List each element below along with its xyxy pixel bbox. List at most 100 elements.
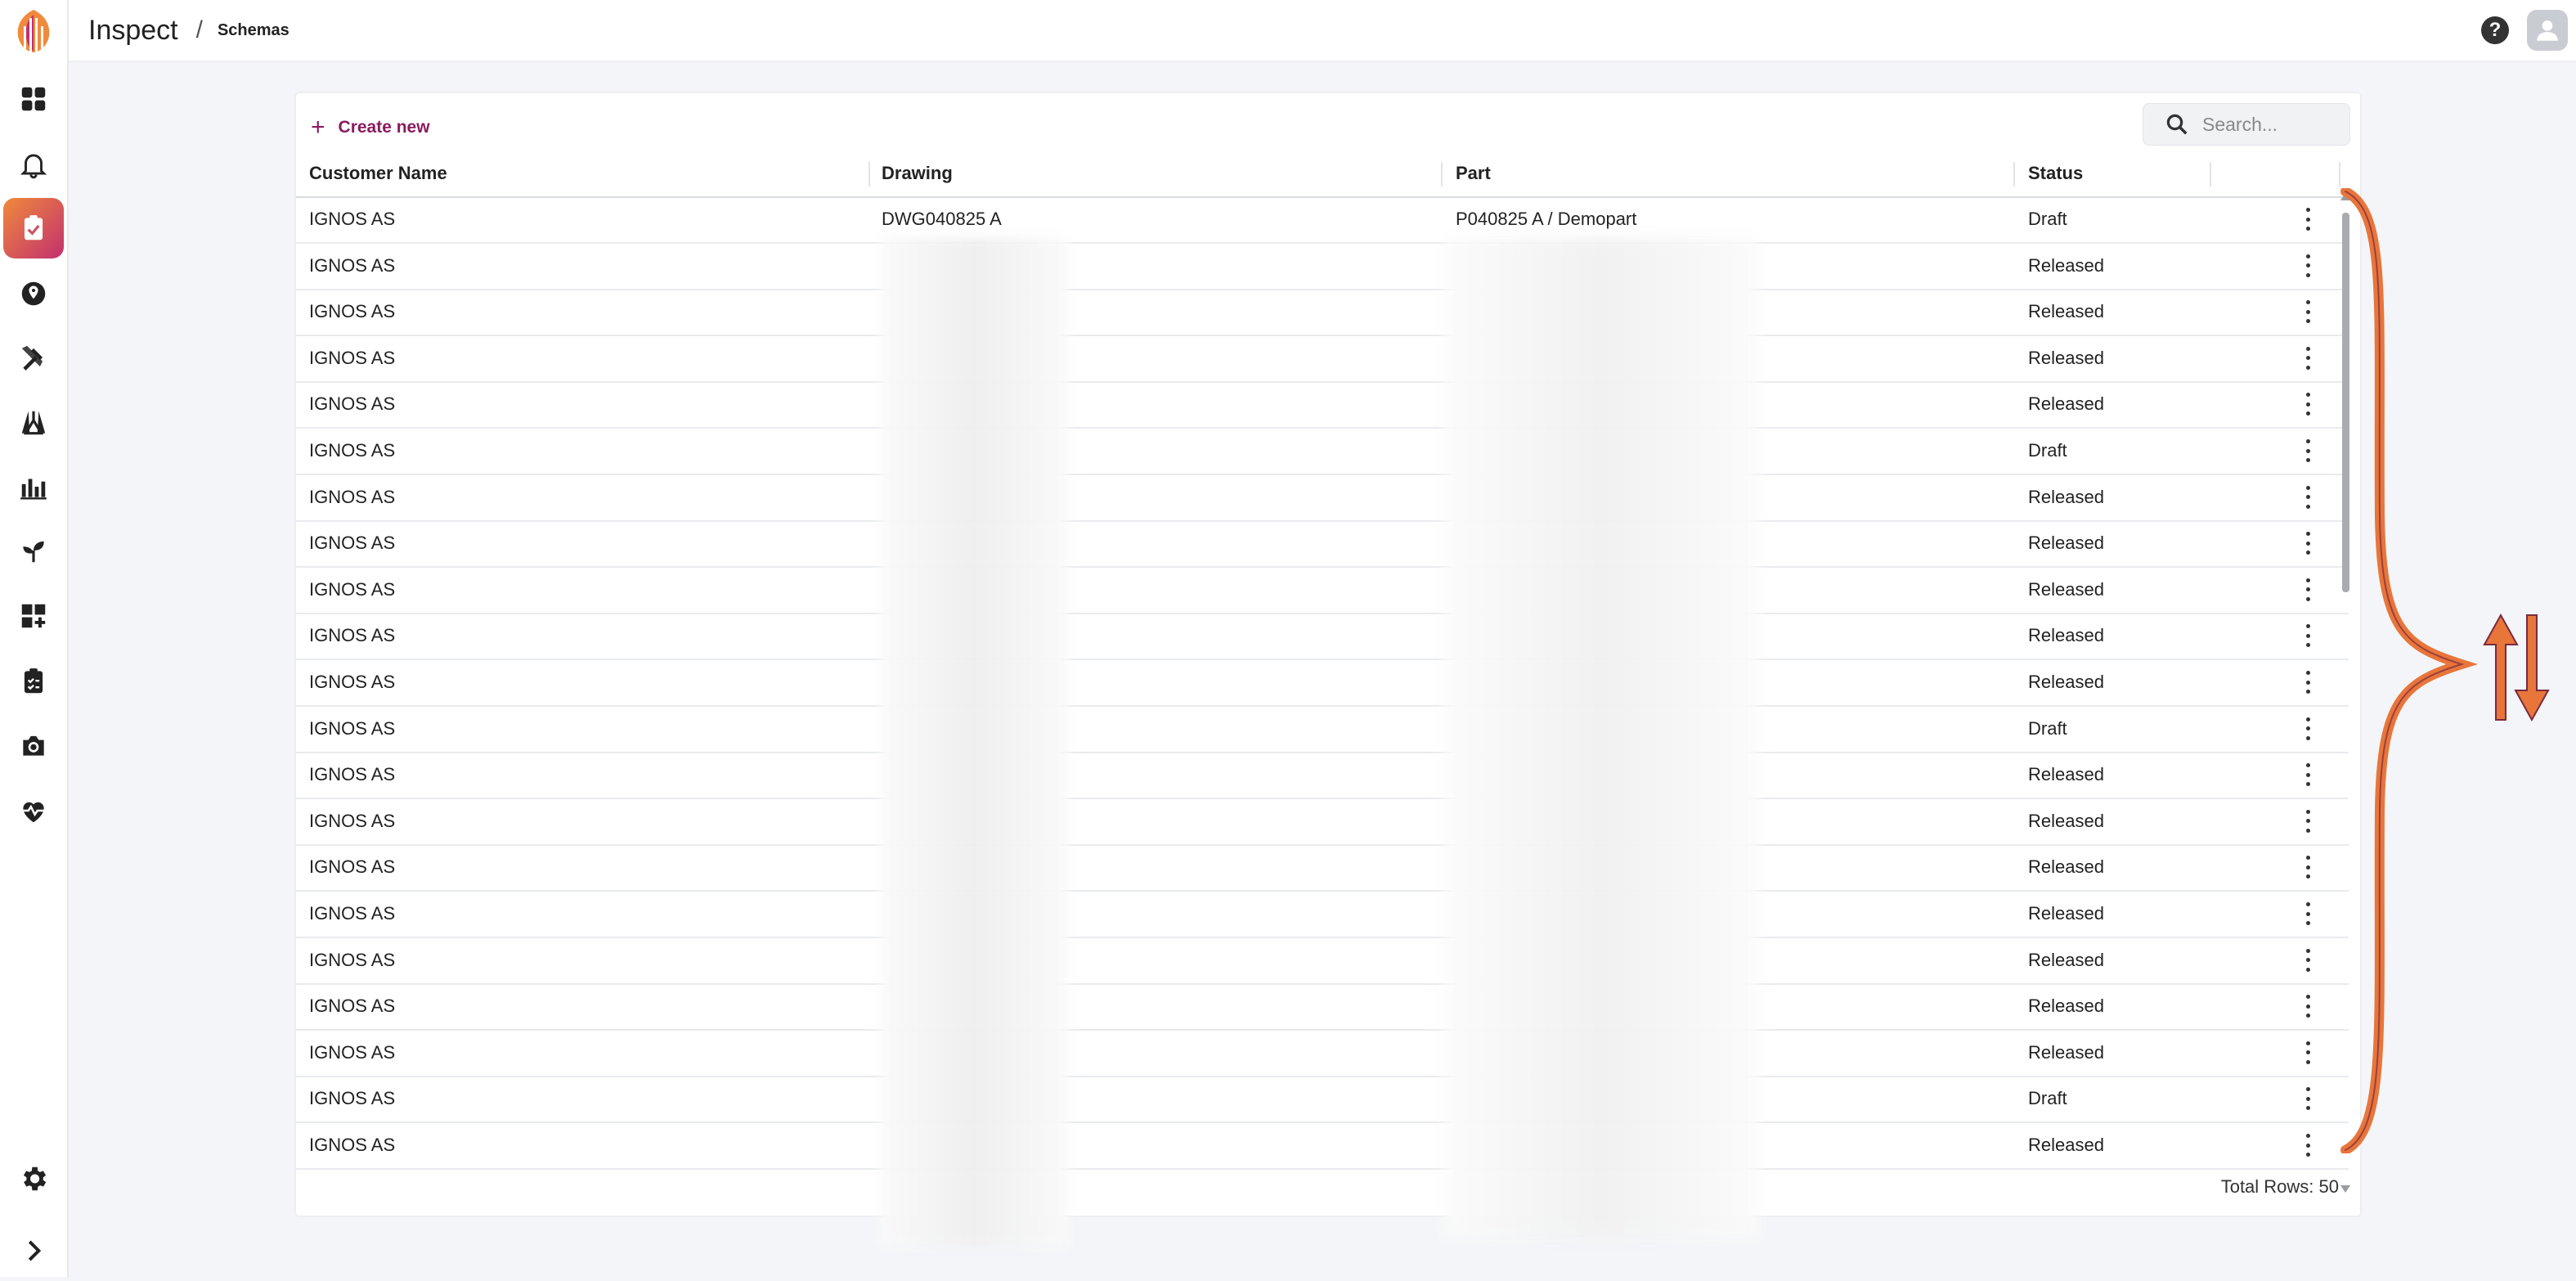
column-header-customer-name[interactable]: Customer Name: [309, 151, 447, 196]
row-menu-kebab-icon[interactable]: [2300, 763, 2316, 787]
cell-customer-name: IGNOS AS: [309, 209, 396, 229]
row-menu-kebab-icon[interactable]: [2300, 532, 2316, 555]
help-question-icon[interactable]: ?: [2481, 16, 2509, 44]
cell-customer-name: IGNOS AS: [309, 1041, 396, 1063]
app-title[interactable]: Inspect: [88, 15, 178, 47]
row-menu-kebab-icon[interactable]: [2300, 439, 2316, 462]
table-row[interactable]: IGNOS AS Released: [296, 659, 2349, 707]
table-row[interactable]: IGNOS AS Draft: [296, 706, 2349, 753]
breadcrumb-schemas[interactable]: Schemas: [218, 21, 289, 40]
table-row[interactable]: IGNOS AS Released: [296, 243, 2349, 290]
sprout-icon: [23, 541, 44, 563]
column-header-part[interactable]: Part: [1456, 151, 1491, 196]
table-row[interactable]: IGNOS AS Released: [296, 520, 2349, 569]
table-row[interactable]: IGNOS AS Released: [296, 613, 2349, 661]
user-avatar-icon[interactable]: [2527, 10, 2568, 51]
row-menu-kebab-icon[interactable]: [2300, 948, 2316, 972]
search-input[interactable]: [2201, 112, 2335, 137]
table-row[interactable]: IGNOS AS Released: [296, 937, 2349, 985]
table-row[interactable]: IGNOS AS Released: [296, 335, 2349, 383]
sidebar-globe-pin-icon[interactable]: [3, 263, 64, 324]
row-menu-kebab-icon[interactable]: [2300, 1041, 2316, 1064]
cell-drawing: DWG040825 A: [882, 209, 1002, 229]
scroll-down-arrow-icon[interactable]: [2340, 1185, 2350, 1193]
row-menu-kebab-icon[interactable]: [2300, 624, 2316, 648]
column-divider[interactable]: [2013, 162, 2015, 187]
column-divider[interactable]: [2339, 162, 2340, 187]
sidebar-hammer-tools-icon[interactable]: [3, 327, 64, 388]
column-header-drawing[interactable]: Drawing: [882, 151, 953, 196]
table-row[interactable]: IGNOS AS Released: [296, 1030, 2349, 1077]
cell-status: Released: [2028, 764, 2104, 785]
row-menu-kebab-icon[interactable]: [2300, 1134, 2316, 1157]
table-row[interactable]: IGNOS AS Released: [296, 752, 2349, 800]
table-row[interactable]: IGNOS AS Released: [296, 798, 2349, 846]
row-menu-kebab-icon[interactable]: [2300, 856, 2316, 879]
plus-icon: +: [311, 114, 325, 141]
column-divider[interactable]: [1441, 162, 1443, 187]
column-divider[interactable]: [868, 162, 870, 187]
table-row[interactable]: IGNOS AS Released: [296, 474, 2349, 522]
cell-customer-name: IGNOS AS: [309, 533, 396, 554]
row-menu-kebab-icon[interactable]: [2300, 346, 2316, 370]
row-menu-kebab-icon[interactable]: [2300, 995, 2316, 1018]
scroll-annotation-brace: [2340, 188, 2550, 1153]
cell-customer-name: IGNOS AS: [309, 672, 396, 692]
bar-chart-icon: [20, 479, 47, 500]
table-row[interactable]: IGNOS AS Released: [296, 289, 2349, 337]
table-row[interactable]: IGNOS AS Released: [296, 1122, 2349, 1170]
row-menu-kebab-icon[interactable]: [2300, 578, 2316, 601]
sidebar-bell-icon[interactable]: [3, 134, 64, 195]
sidebar-clipboard-list-icon[interactable]: [3, 651, 64, 712]
column-divider[interactable]: [2210, 162, 2211, 187]
cell-status: Released: [2028, 533, 2104, 554]
table-row[interactable]: IGNOS AS Released: [296, 983, 2349, 1032]
sidebar-bar-chart-icon[interactable]: [3, 456, 64, 517]
sidebar-flask-icon[interactable]: [3, 393, 64, 453]
search-box[interactable]: [2143, 103, 2350, 146]
row-menu-kebab-icon[interactable]: [2300, 208, 2316, 231]
row-menu-kebab-icon[interactable]: [2300, 254, 2316, 277]
sidebar-camera-icon[interactable]: [3, 715, 64, 775]
breadcrumb-separator: /: [195, 16, 203, 43]
row-menu-kebab-icon[interactable]: [2300, 902, 2316, 925]
expand-sidebar-chevron-right-icon[interactable]: [3, 1220, 64, 1281]
app-logo-icon[interactable]: [7, 3, 61, 57]
table-body: IGNOS AS DWG040825 A P040825 A / Demopart D…: [296, 196, 2349, 1178]
sidebar-clipboard-check-icon[interactable]: [3, 198, 64, 258]
sidebar-sprout-icon[interactable]: [3, 520, 64, 581]
row-menu-kebab-icon[interactable]: [2300, 717, 2316, 740]
cell-customer-name: IGNOS AS: [309, 347, 396, 368]
table-row[interactable]: IGNOS AS Released: [296, 381, 2349, 429]
column-header-status[interactable]: Status: [2028, 151, 2083, 196]
cell-status: Released: [2028, 301, 2104, 322]
flask-icon: [21, 411, 46, 435]
row-menu-kebab-icon[interactable]: [2300, 671, 2316, 694]
sidebar-heart-pulse-icon[interactable]: [3, 780, 64, 841]
table-row[interactable]: IGNOS AS Draft: [296, 1076, 2349, 1124]
cell-status: Released: [2028, 486, 2104, 507]
table-row[interactable]: IGNOS AS Released: [296, 567, 2349, 614]
cell-customer-name: IGNOS AS: [309, 1135, 396, 1155]
row-menu-kebab-icon[interactable]: [2300, 809, 2316, 833]
clipboard-check-icon: [24, 215, 43, 240]
row-menu-kebab-icon[interactable]: [2300, 1087, 2316, 1111]
table-row[interactable]: IGNOS AS Released: [296, 891, 2349, 938]
scroll-down-arrow-icon: [2514, 614, 2550, 722]
table-row[interactable]: IGNOS AS Released: [296, 844, 2349, 892]
table-row[interactable]: IGNOS AS Draft: [296, 428, 2349, 475]
cell-customer-name: IGNOS AS: [309, 810, 396, 831]
cell-customer-name: IGNOS AS: [309, 764, 396, 785]
sidebar-widget-add-icon[interactable]: [3, 586, 64, 646]
table-row[interactable]: IGNOS AS DWG040825 A P040825 A / Demopart D…: [296, 196, 2349, 244]
cell-part: P040825 A / Demopart: [1456, 209, 1637, 229]
sidebar-dashboard-grid-icon[interactable]: [3, 69, 64, 129]
row-menu-kebab-icon[interactable]: [2300, 393, 2316, 416]
clipboard-list-icon: [24, 668, 43, 694]
create-new-button[interactable]: + Create new: [311, 111, 430, 144]
row-menu-kebab-icon[interactable]: [2300, 300, 2316, 324]
settings-gear-icon[interactable]: [3, 1148, 64, 1209]
cell-customer-name: IGNOS AS: [309, 625, 396, 646]
row-menu-kebab-icon[interactable]: [2300, 485, 2316, 509]
cell-status: Draft: [2028, 1088, 2067, 1109]
